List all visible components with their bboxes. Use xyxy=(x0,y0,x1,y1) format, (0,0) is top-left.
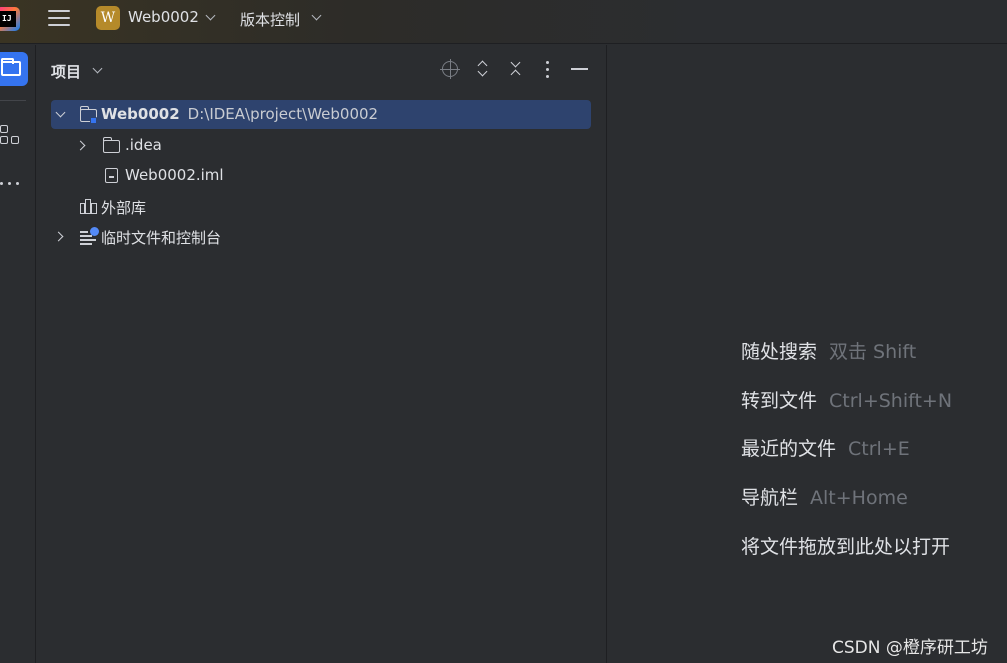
intellij-logo-icon[interactable]: IJ xyxy=(0,7,20,31)
panel-title[interactable]: 项目 xyxy=(51,61,81,82)
tree-label: .idea xyxy=(125,136,162,154)
library-icon xyxy=(80,199,98,214)
structure-icon[interactable] xyxy=(0,125,22,147)
tool-window-stripe xyxy=(0,45,36,663)
editor-area[interactable]: 随处搜索 双击 Shift 转到文件 Ctrl+Shift+N 最近的文件 Ctrl+… xyxy=(608,45,1007,663)
scratches-icon xyxy=(80,227,100,245)
file-icon xyxy=(105,168,118,183)
hint-navigation-bar: 导航栏 Alt+Home xyxy=(741,487,908,509)
tree-label: 外部库 xyxy=(101,199,147,217)
tree-row-idea[interactable]: .idea xyxy=(51,131,591,160)
chevron-down-icon[interactable] xyxy=(92,63,103,74)
hint-search-everywhere: 随处搜索 双击 Shift xyxy=(741,341,917,363)
hint-recent-files: 最近的文件 Ctrl+E xyxy=(741,438,910,460)
collapse-all-icon[interactable] xyxy=(506,57,526,80)
minimize-icon[interactable] xyxy=(570,59,590,79)
folder-icon xyxy=(1,58,21,76)
hint-goto-file: 转到文件 Ctrl+Shift+N xyxy=(741,390,953,412)
tree-label: 临时文件和控制台 xyxy=(101,229,222,247)
chevron-right-icon[interactable] xyxy=(53,231,64,242)
folder-icon xyxy=(102,137,120,153)
tree-path: D:\IDEA\project\Web0002 xyxy=(187,105,379,123)
project-panel: 项目 Web0002 D:\IDEA\project\Web0002 .idea … xyxy=(37,45,607,663)
tree-row-external-libs[interactable]: 外部库 xyxy=(51,192,591,221)
main-menu-icon[interactable] xyxy=(48,9,70,27)
vcs-menu[interactable]: 版本控制 xyxy=(240,9,300,30)
chevron-down-icon[interactable] xyxy=(311,10,322,21)
options-icon[interactable] xyxy=(537,59,557,79)
expand-all-icon[interactable] xyxy=(473,59,493,79)
divider xyxy=(0,100,26,101)
tree-row-iml[interactable]: Web0002.iml xyxy=(51,161,591,190)
project-selector[interactable]: Web0002 xyxy=(128,8,199,26)
module-badge-icon xyxy=(90,117,97,124)
tree-row-scratches[interactable]: 临时文件和控制台 xyxy=(51,222,591,251)
locate-icon[interactable] xyxy=(440,59,460,79)
tree-label: Web0002.iml xyxy=(125,166,224,184)
more-tools-icon[interactable] xyxy=(0,173,22,195)
chevron-right-icon[interactable] xyxy=(75,140,86,151)
tree-row-root[interactable]: Web0002 D:\IDEA\project\Web0002 xyxy=(51,100,591,129)
project-tool-button[interactable] xyxy=(0,52,28,86)
title-bar: IJ W Web0002 版本控制 xyxy=(0,0,1007,44)
project-badge-icon[interactable]: W xyxy=(96,6,120,30)
tree-label: Web0002 xyxy=(101,105,180,123)
chevron-down-icon[interactable] xyxy=(55,107,66,118)
hint-drop-files: 将文件拖放到此处以打开 xyxy=(741,536,951,558)
watermark: CSDN @橙序研工坊 xyxy=(832,638,988,658)
chevron-down-icon[interactable] xyxy=(205,10,216,21)
